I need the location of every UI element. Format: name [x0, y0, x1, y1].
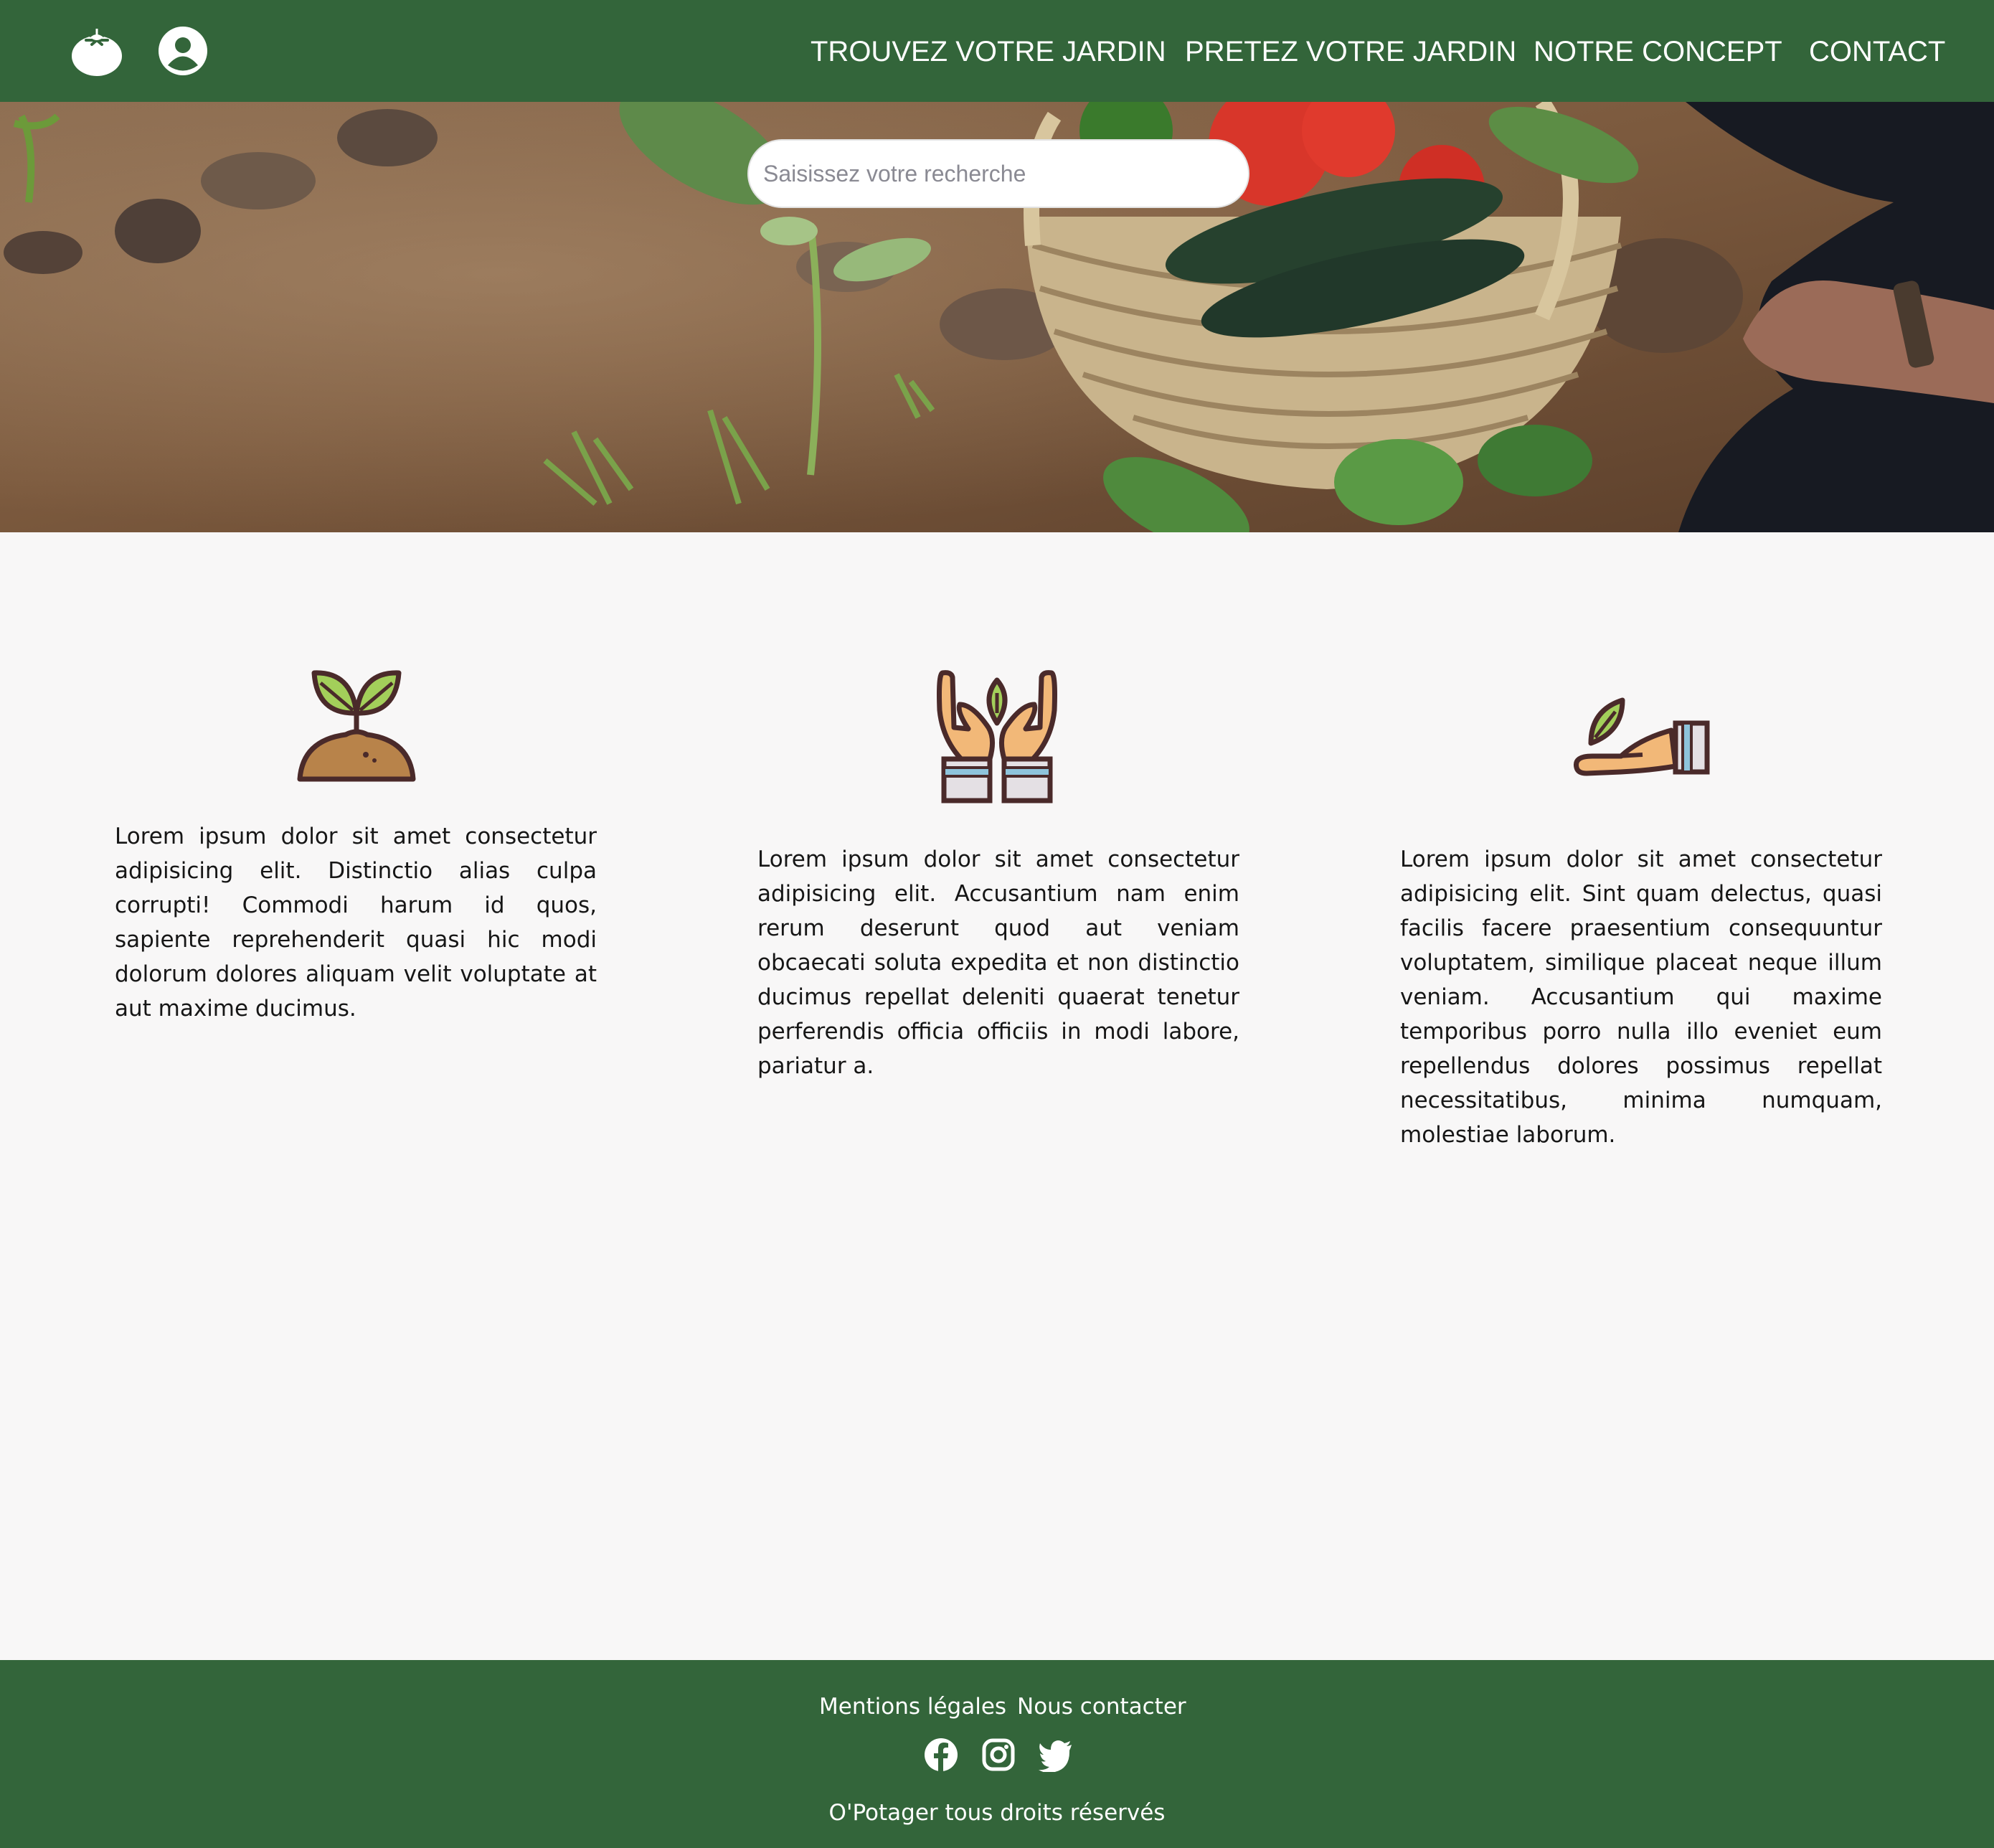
top-navbar: TROUVEZ VOTRE JARDIN PRETEZ VOTRE JARDIN…: [0, 0, 1994, 102]
footer-link-mentions-legales[interactable]: Mentions légales: [819, 1690, 1006, 1723]
search-input[interactable]: [747, 139, 1249, 208]
facebook-icon[interactable]: [924, 1738, 958, 1772]
feature-text-2: Lorem ipsum dolor sit amet consectetur a…: [757, 847, 1239, 1079]
nav-pretez-votre-jardin[interactable]: PRETEZ VOTRE JARDIN: [1185, 32, 1516, 72]
instagram-icon[interactable]: [981, 1738, 1016, 1772]
feature-text-3: Lorem ipsum dolor sit amet consectetur a…: [1400, 847, 1882, 1148]
nav-contact[interactable]: CONTACT: [1809, 32, 1945, 72]
feature-text-1: Lorem ipsum dolor sit amet consectetur a…: [115, 824, 597, 1022]
hand-leaf-icon: [1571, 694, 1714, 783]
copyright-text: O'Potager tous droits réservés: [828, 1800, 1166, 1826]
hands-leaf-icon: [932, 667, 1062, 814]
hero-banner: [0, 102, 1994, 532]
tomato-icon[interactable]: [70, 24, 123, 80]
twitter-icon[interactable]: [1039, 1738, 1073, 1773]
nav-notre-concept[interactable]: NOTRE CONCEPT: [1534, 32, 1782, 72]
nav-trouvez-votre-jardin[interactable]: TROUVEZ VOTRE JARDIN: [811, 32, 1166, 72]
sprout-icon: [296, 669, 417, 789]
footer-link-nous-contacter[interactable]: Nous contacter: [1017, 1690, 1186, 1723]
user-circle-icon[interactable]: [158, 26, 208, 79]
footer: Mentions légales Nous contacter O'Potage…: [0, 1660, 1994, 1848]
